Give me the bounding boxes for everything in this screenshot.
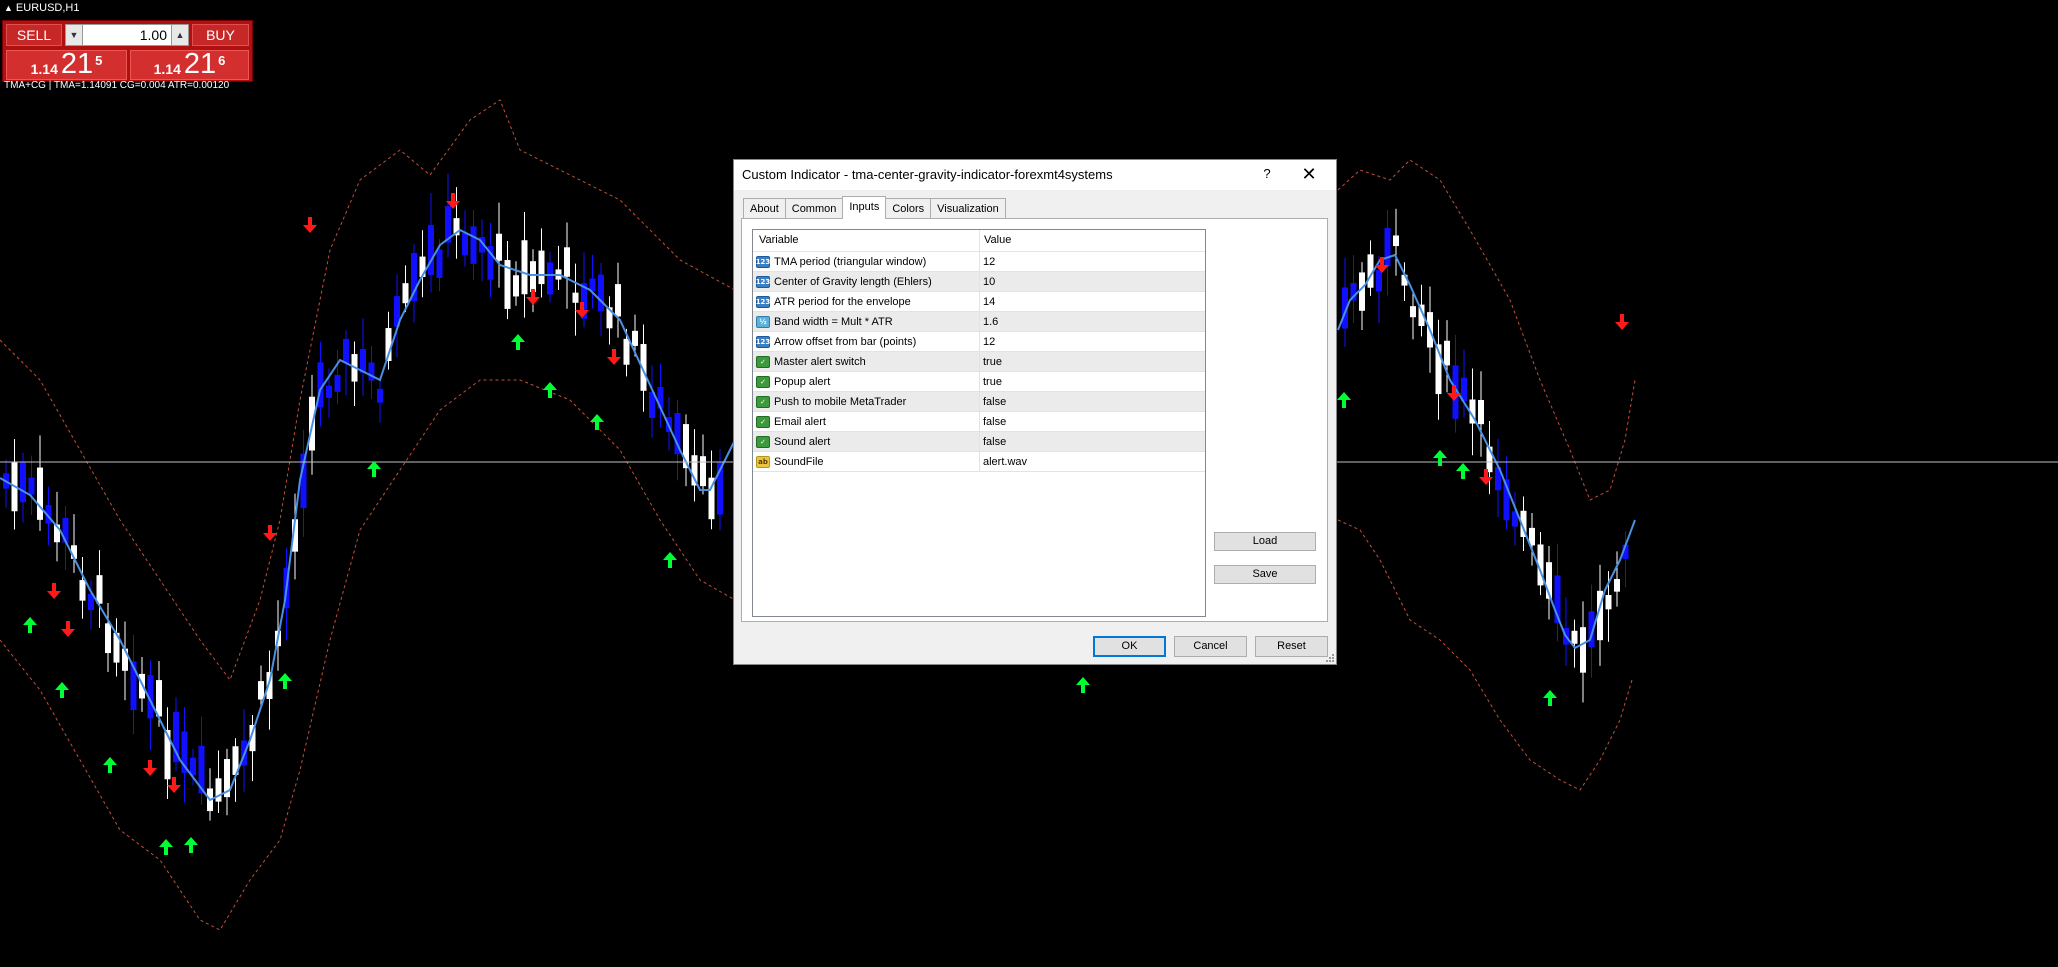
param-value-cell[interactable]: 12 xyxy=(980,252,995,271)
int-icon: 123 xyxy=(755,275,771,288)
param-variable-cell[interactable]: ✓ Sound alert xyxy=(753,432,980,451)
param-row[interactable]: ✓ Email alert false xyxy=(753,412,1205,432)
bool-icon: ✓ xyxy=(756,375,770,388)
double-icon: ½ xyxy=(756,315,770,328)
buy-price-fraction: 6 xyxy=(218,53,226,68)
param-row[interactable]: 123 TMA period (triangular window) 12 xyxy=(753,252,1205,272)
symbol-label: EURUSD,H1 xyxy=(15,2,80,14)
buy-button[interactable]: BUY xyxy=(192,24,249,46)
tab-visualization[interactable]: Visualization xyxy=(930,198,1006,218)
resize-grip-icon[interactable] xyxy=(1325,653,1335,663)
dialog-tabs: About Common Inputs Colors Visualization xyxy=(743,196,1006,219)
param-value-cell[interactable]: 12 xyxy=(980,332,995,351)
lot-decrease-icon[interactable]: ▼ xyxy=(66,25,83,45)
reset-button[interactable]: Reset xyxy=(1255,636,1328,657)
custom-indicator-dialog: Custom Indicator - tma-center-gravity-in… xyxy=(733,159,1337,665)
param-name: Sound alert xyxy=(774,435,831,448)
param-variable-cell[interactable]: 123 ATR period for the envelope xyxy=(753,292,980,311)
tab-about[interactable]: About xyxy=(743,198,786,218)
param-row[interactable]: 123 Center of Gravity length (Ehlers) 10 xyxy=(753,272,1205,292)
param-value-cell[interactable]: false xyxy=(980,392,1006,411)
param-variable-cell[interactable]: ½ Band width = Mult * ATR xyxy=(753,312,980,331)
grid-header: Variable Value xyxy=(753,230,1205,252)
value-column-header[interactable]: Value xyxy=(980,230,1011,251)
param-row[interactable]: ✓ Push to mobile MetaTrader false xyxy=(753,392,1205,412)
int-icon: 123 xyxy=(755,335,771,348)
grid-rows: 123 TMA period (triangular window) 12 123 Ce… xyxy=(753,252,1205,472)
lot-increase-icon[interactable]: ▲ xyxy=(171,25,188,45)
inputs-grid: Variable Value 123 TMA period (triangular… xyxy=(752,229,1206,617)
variable-column-header[interactable]: Variable xyxy=(753,230,980,251)
lot-size-stepper[interactable]: ▼ ▲ xyxy=(65,24,189,46)
param-variable-cell[interactable]: 123 Center of Gravity length (Ehlers) xyxy=(753,272,980,291)
caret-up-icon[interactable]: ▲ xyxy=(4,3,13,13)
bool-icon: ✓ xyxy=(756,415,770,428)
help-icon[interactable]: ? xyxy=(1256,164,1278,184)
param-value-cell[interactable]: 14 xyxy=(980,292,995,311)
tab-common[interactable]: Common xyxy=(784,198,844,218)
bool-icon: ✓ xyxy=(756,435,770,448)
one-click-trading-panel: SELL ▼ ▲ BUY 1.14 21 5 1.14 21 6 xyxy=(2,20,253,82)
param-variable-cell[interactable]: 123 TMA period (triangular window) xyxy=(753,252,980,271)
param-name: TMA period (triangular window) xyxy=(774,255,927,268)
tab-inputs[interactable]: Inputs xyxy=(842,196,887,219)
param-name: Push to mobile MetaTrader xyxy=(774,395,907,408)
param-name: ATR period for the envelope xyxy=(774,295,911,308)
sell-price-prefix: 1.14 xyxy=(30,61,58,77)
buy-price-button[interactable]: 1.14 21 6 xyxy=(130,48,249,80)
param-value-cell[interactable]: false xyxy=(980,432,1006,451)
param-value-cell[interactable]: true xyxy=(980,352,1002,371)
param-name: Band width = Mult * ATR xyxy=(774,315,893,328)
cancel-button[interactable]: Cancel xyxy=(1174,636,1247,657)
param-row[interactable]: ✓ Popup alert true xyxy=(753,372,1205,392)
param-variable-cell[interactable]: 123 Arrow offset from bar (points) xyxy=(753,332,980,351)
sell-button[interactable]: SELL xyxy=(6,24,62,46)
param-row[interactable]: ✓ Sound alert false xyxy=(753,432,1205,452)
param-value-cell[interactable]: alert.wav xyxy=(980,452,1027,471)
save-button[interactable]: Save xyxy=(1214,565,1316,584)
sell-price-pips: 21 xyxy=(60,48,94,80)
param-row[interactable]: 123 Arrow offset from bar (points) 12 xyxy=(753,332,1205,352)
param-name: Master alert switch xyxy=(774,355,866,368)
dialog-title: Custom Indicator - tma-center-gravity-in… xyxy=(742,167,1113,182)
param-row[interactable]: 123 ATR period for the envelope 14 xyxy=(753,292,1205,312)
dialog-titlebar[interactable]: Custom Indicator - tma-center-gravity-in… xyxy=(734,160,1336,190)
int-icon: 123 xyxy=(755,295,771,308)
sell-price-button[interactable]: 1.14 21 5 xyxy=(6,48,127,80)
chart-symbol-title: ▲ EURUSD,H1 xyxy=(4,2,80,14)
inputs-panel: Variable Value 123 TMA period (triangular… xyxy=(741,218,1328,622)
param-variable-cell[interactable]: ✓ Push to mobile MetaTrader xyxy=(753,392,980,411)
param-variable-cell[interactable]: ✓ Email alert xyxy=(753,412,980,431)
param-name: SoundFile xyxy=(774,455,824,468)
param-name: Arrow offset from bar (points) xyxy=(774,335,917,348)
param-variable-cell[interactable]: ✓ Popup alert xyxy=(753,372,980,391)
param-name: Email alert xyxy=(774,415,826,428)
close-icon[interactable]: ✕ xyxy=(1294,162,1324,186)
param-value-cell[interactable]: false xyxy=(980,412,1006,431)
buy-price-prefix: 1.14 xyxy=(153,61,181,77)
sell-price-fraction: 5 xyxy=(95,53,103,68)
load-button[interactable]: Load xyxy=(1214,532,1316,551)
ok-button[interactable]: OK xyxy=(1093,636,1166,657)
param-value-cell[interactable]: 1.6 xyxy=(980,312,998,331)
indicator-info-line: TMA+CG | TMA=1.14091 CG=0.004 ATR=0.0012… xyxy=(4,80,230,91)
buy-price-pips: 21 xyxy=(183,48,217,80)
param-row[interactable]: ab SoundFile alert.wav xyxy=(753,452,1205,472)
tab-colors[interactable]: Colors xyxy=(885,198,932,218)
bool-icon: ✓ xyxy=(756,355,770,368)
param-name: Popup alert xyxy=(774,375,831,388)
string-icon: ab xyxy=(756,455,770,468)
bool-icon: ✓ xyxy=(756,395,770,408)
param-row[interactable]: ½ Band width = Mult * ATR 1.6 xyxy=(753,312,1205,332)
param-value-cell[interactable]: 10 xyxy=(980,272,995,291)
lot-size-input[interactable] xyxy=(83,26,171,44)
param-value-cell[interactable]: true xyxy=(980,372,1002,391)
param-name: Center of Gravity length (Ehlers) xyxy=(774,275,932,288)
param-variable-cell[interactable]: ✓ Master alert switch xyxy=(753,352,980,371)
int-icon: 123 xyxy=(755,255,771,268)
param-variable-cell[interactable]: ab SoundFile xyxy=(753,452,980,471)
param-row[interactable]: ✓ Master alert switch true xyxy=(753,352,1205,372)
